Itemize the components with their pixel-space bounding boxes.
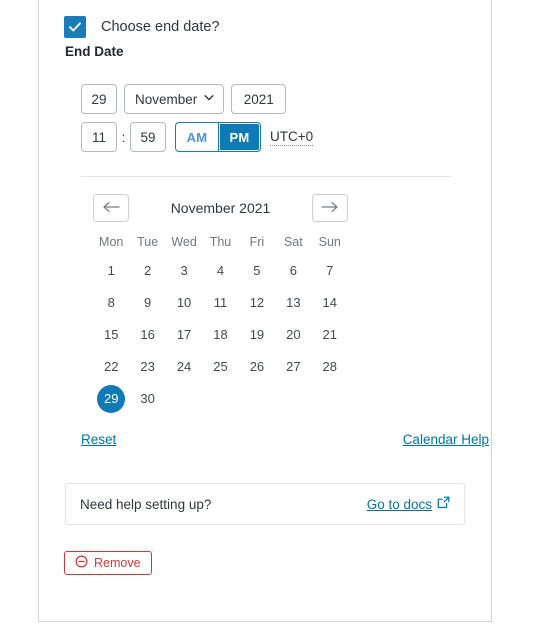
chevron-down-icon (203, 92, 215, 107)
end-date-heading: End Date (65, 44, 124, 59)
time-separator: : (121, 129, 126, 145)
calendar-day[interactable]: 13 (279, 289, 307, 317)
date-row: November (81, 84, 461, 114)
calendar-day-selected[interactable]: 29 (97, 385, 126, 413)
go-to-docs-link[interactable]: Go to docs (367, 496, 450, 512)
calendar-day[interactable]: 30 (134, 385, 162, 413)
calendar: November 2021 Mon Tue Wed Thu Fri Sat Sun 1 2 3 4 5… (93, 193, 348, 413)
day-input[interactable] (81, 84, 117, 114)
minute-input[interactable] (130, 122, 166, 152)
am-button[interactable]: AM (175, 122, 218, 152)
calendar-title: November 2021 (170, 200, 271, 216)
calendar-day[interactable]: 27 (279, 353, 307, 381)
calendar-links: Reset Calendar Help (81, 432, 489, 447)
calendar-day[interactable]: 6 (279, 257, 307, 285)
weekday-label: Mon (99, 235, 124, 249)
weekday-label: Sat (283, 235, 303, 249)
weekday-label: Thu (209, 235, 232, 249)
calendar-day[interactable]: 2 (134, 257, 162, 285)
calendar-day[interactable]: 17 (170, 321, 198, 349)
calendar-day[interactable]: 23 (134, 353, 162, 381)
calendar-day[interactable]: 16 (134, 321, 162, 349)
end-date-panel: Choose end date? End Date November (38, 0, 492, 622)
external-link-icon (437, 496, 450, 512)
timezone-label[interactable]: UTC+0 (270, 129, 314, 146)
choose-end-date-row[interactable]: Choose end date? (64, 16, 220, 38)
calendar-day[interactable]: 28 (316, 353, 344, 381)
calendar-day[interactable]: 11 (206, 289, 234, 317)
arrow-left-icon (101, 201, 121, 216)
panel-content: Choose end date? End Date November (39, 0, 491, 621)
calendar-day[interactable]: 8 (97, 289, 125, 317)
calendar-day[interactable]: 15 (97, 321, 125, 349)
calendar-day[interactable]: 7 (316, 257, 344, 285)
date-time-fields: November : AM PM UTC+0 (81, 84, 461, 160)
month-select-value: November (135, 91, 198, 107)
weekday-label: Tue (137, 235, 159, 249)
pm-button[interactable]: PM (218, 122, 261, 152)
calendar-day[interactable]: 20 (279, 321, 307, 349)
calendar-day[interactable]: 9 (134, 289, 162, 317)
previous-month-button[interactable] (93, 194, 129, 222)
choose-end-date-checkbox[interactable] (64, 16, 86, 38)
calendar-help-link[interactable]: Calendar Help (403, 432, 489, 447)
calendar-day[interactable]: 24 (170, 353, 198, 381)
calendar-day[interactable]: 22 (97, 353, 125, 381)
calendar-day[interactable]: 14 (316, 289, 344, 317)
month-select[interactable]: November (124, 84, 225, 114)
calendar-day[interactable]: 18 (206, 321, 234, 349)
calendar-day[interactable]: 4 (206, 257, 234, 285)
weekday-label: Sun (318, 235, 341, 249)
help-box-text: Need help setting up? (80, 496, 212, 512)
calendar-day[interactable]: 12 (243, 289, 271, 317)
calendar-day[interactable]: 3 (170, 257, 198, 285)
meridiem-toggle: AM PM (175, 122, 261, 152)
calendar-grid: Mon Tue Wed Thu Fri Sat Sun 1 2 3 4 5 6 7 8 9 10 11 12 13 14… (93, 231, 348, 413)
help-box: Need help setting up? Go to docs (65, 483, 465, 525)
remove-button[interactable]: Remove (64, 551, 152, 575)
calendar-day[interactable]: 10 (170, 289, 198, 317)
calendar-header: November 2021 (93, 193, 348, 223)
section-divider (81, 176, 451, 177)
reset-link[interactable]: Reset (81, 432, 116, 447)
calendar-day[interactable]: 25 (206, 353, 234, 381)
calendar-day[interactable]: 1 (97, 257, 125, 285)
go-to-docs-label: Go to docs (366, 496, 432, 512)
calendar-day[interactable]: 19 (243, 321, 271, 349)
circle-minus-icon (75, 555, 88, 571)
check-icon (68, 20, 82, 34)
year-input[interactable] (231, 84, 287, 114)
hour-input[interactable] (81, 122, 117, 152)
remove-button-label: Remove (94, 556, 141, 570)
choose-end-date-label: Choose end date? (101, 19, 220, 35)
weekday-label: Fri (249, 235, 265, 249)
next-month-button[interactable] (312, 194, 348, 222)
calendar-day[interactable]: 21 (316, 321, 344, 349)
weekday-label: Wed (171, 235, 197, 249)
calendar-day[interactable]: 5 (243, 257, 271, 285)
calendar-day[interactable]: 26 (243, 353, 271, 381)
time-row: : AM PM UTC+0 (81, 122, 461, 152)
arrow-right-icon (320, 201, 340, 216)
